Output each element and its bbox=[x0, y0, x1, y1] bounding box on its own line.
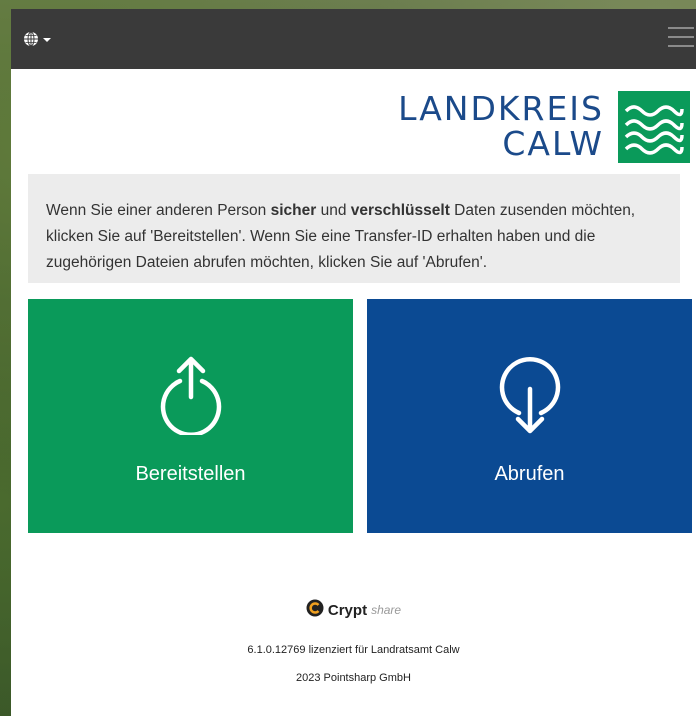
copyright-text: 2023 Pointsharp GmbH bbox=[296, 672, 411, 684]
intro-bold-verschluesselt: verschlüsselt bbox=[350, 202, 450, 219]
download-icon bbox=[495, 355, 565, 440]
language-selector[interactable] bbox=[23, 31, 51, 47]
intro-part2: und bbox=[316, 202, 351, 219]
cryptshare-logo-icon bbox=[306, 599, 324, 621]
brand-share: share bbox=[371, 603, 402, 617]
intro-text-box: Wenn Sie einer anderen Person sicher und… bbox=[28, 174, 680, 283]
provide-button[interactable]: Bereitstellen bbox=[28, 299, 353, 533]
chevron-down-icon bbox=[43, 38, 51, 42]
landkreis-calw-logo-text: LANDKREIS CALW bbox=[398, 91, 604, 161]
main-panel: LANDKREIS CALW Wenn Sie einer anderen Pe… bbox=[11, 9, 696, 716]
retrieve-button[interactable]: Abrufen bbox=[367, 299, 692, 533]
cryptshare-brand: Crypt share bbox=[306, 599, 401, 621]
brand-crypt: Crypt bbox=[327, 601, 368, 619]
action-tiles: Bereitstellen Abrufen bbox=[11, 299, 696, 559]
retrieve-label: Abrufen bbox=[494, 463, 565, 485]
intro-part1: Wenn Sie einer anderen Person bbox=[46, 202, 271, 219]
waves-logo-icon bbox=[618, 91, 690, 163]
provide-label: Bereitstellen bbox=[135, 463, 246, 485]
upload-icon bbox=[156, 355, 226, 440]
hamburger-menu-button[interactable] bbox=[668, 27, 694, 49]
intro-bold-sicher: sicher bbox=[270, 202, 317, 219]
top-bar bbox=[11, 9, 696, 69]
logo-line2: CALW bbox=[502, 124, 604, 163]
logo-area: LANDKREIS CALW bbox=[11, 69, 696, 174]
version-license-text: 6.1.0.12769 lizenziert für Landratsamt C… bbox=[247, 644, 460, 656]
footer: Crypt share 6.1.0.12769 lizenziert für La… bbox=[11, 599, 696, 684]
globe-icon bbox=[23, 31, 39, 47]
logo-line1: LANDKREIS bbox=[398, 89, 604, 128]
